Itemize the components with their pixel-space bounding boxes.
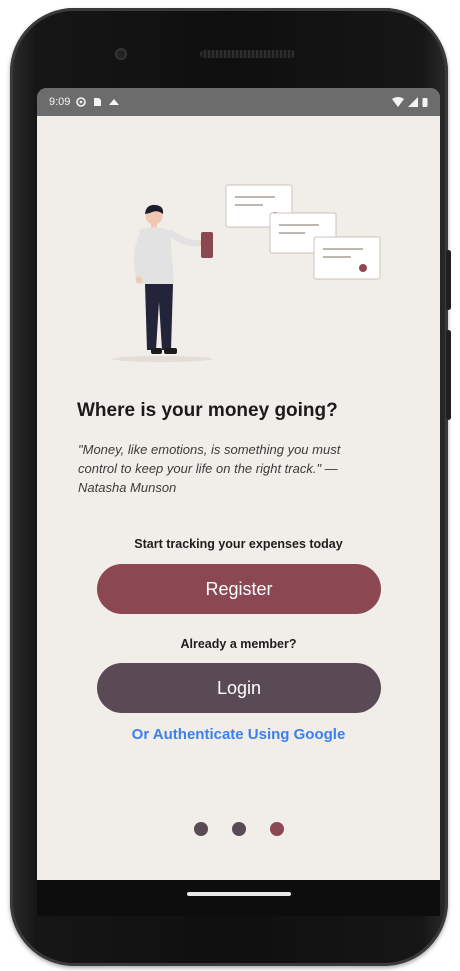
power-button (446, 250, 451, 310)
home-gesture-bar[interactable] (187, 892, 291, 896)
receipt-card-3 (313, 236, 381, 280)
page-dot-2[interactable] (231, 822, 246, 836)
person-figure (133, 204, 213, 354)
system-nav-bar (37, 880, 440, 916)
register-button[interactable]: Register (97, 564, 381, 614)
page-dot-1[interactable] (193, 822, 208, 836)
login-button[interactable]: Login (97, 663, 381, 713)
page-dot-3-active[interactable] (269, 822, 284, 836)
onboarding-illustration (112, 184, 381, 362)
register-prompt: Start tracking your expenses today (134, 537, 343, 551)
earpiece-speaker (200, 50, 295, 58)
google-auth-link[interactable]: Or Authenticate Using Google (37, 726, 440, 743)
floor-shadow (112, 356, 212, 362)
front-camera (115, 48, 127, 60)
app-screen: 9:09 Where is your money going? "Money, … (37, 88, 440, 880)
page-indicator (37, 822, 440, 836)
motivational-quote: "Money, like emotions, is something you … (78, 442, 341, 495)
login-prompt: Already a member? (180, 637, 297, 651)
onboarding-heading: Where is your money going? (77, 400, 338, 421)
volume-button (446, 330, 451, 420)
